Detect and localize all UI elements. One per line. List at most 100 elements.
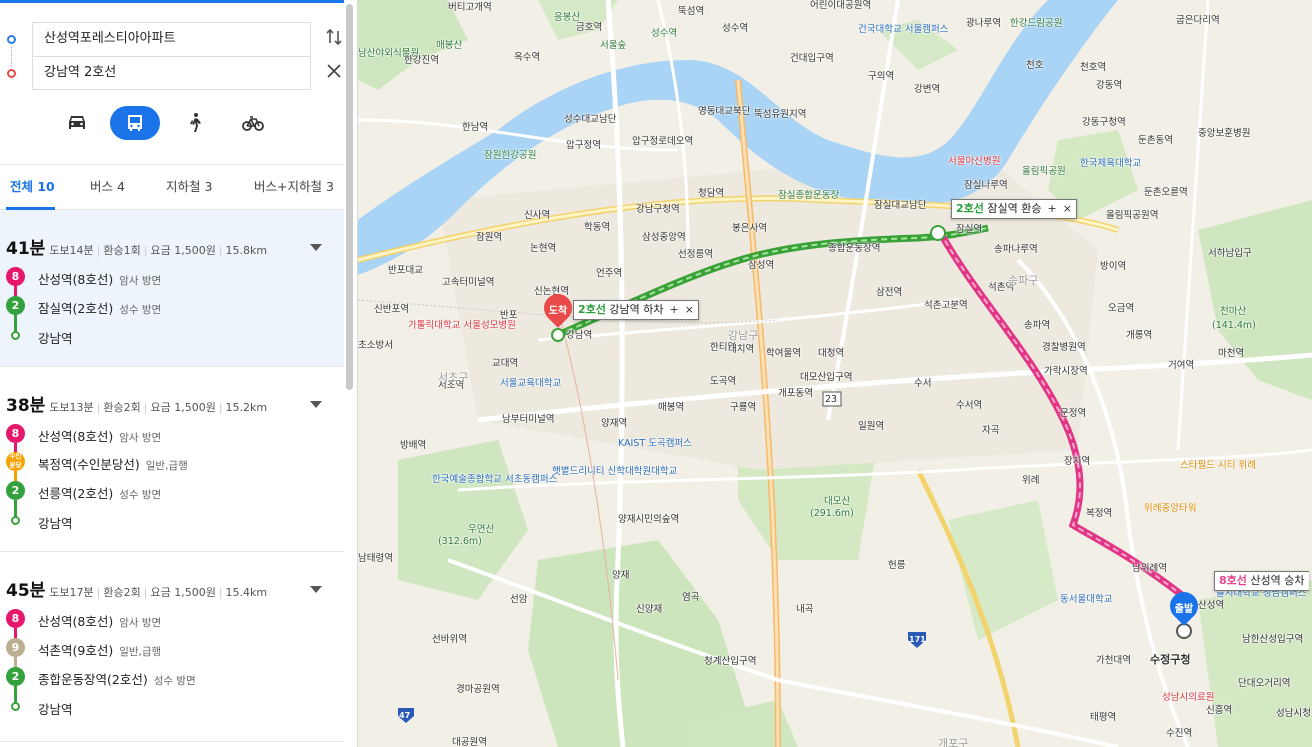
direction: 암사 방면: [119, 275, 162, 287]
expand-chevron-icon[interactable]: [310, 401, 322, 408]
tab-all[interactable]: 전체 10: [10, 165, 55, 209]
map-label: 봉은사역: [732, 223, 767, 234]
swap-button[interactable]: [323, 27, 344, 49]
map-label: 선암: [510, 594, 528, 605]
map-label: 매봉산: [436, 40, 463, 51]
map-label: 대청역: [818, 348, 845, 359]
route-connector: [11, 47, 12, 66]
mode-car-button[interactable]: [52, 106, 102, 140]
map-label: 어린이대공원역: [810, 0, 872, 11]
transfer-callout[interactable]: 2호선 잠실역 환승 + ×: [951, 199, 1077, 219]
map-label: 송파역: [1024, 320, 1051, 331]
map-label: 위례중앙타워: [1144, 503, 1197, 514]
line8-badge: 8: [6, 267, 25, 286]
map-label: 한국예술종합학교 서초동캠퍼스: [432, 474, 558, 485]
map-label: (291.6m): [810, 508, 854, 519]
map-label: 교대역: [492, 358, 519, 369]
arrive-callout[interactable]: 2호선 강남역 하차 + ×: [573, 300, 699, 320]
expand-chevron-icon[interactable]: [310, 586, 322, 593]
station-name: 선릉역(2호선): [38, 486, 114, 501]
mode-transit-button[interactable]: [110, 106, 160, 140]
map-label: 자곡: [982, 425, 1000, 436]
route-walk: 도보17분: [49, 586, 94, 599]
direction: 일반,급행: [119, 646, 162, 658]
close-icon[interactable]: ×: [685, 303, 694, 316]
station-name: 산성역(8호선): [38, 272, 114, 287]
map-label: 남부터미널역: [502, 414, 555, 425]
map-label: 잠실대교남단: [874, 200, 927, 211]
map-label: 학동역: [584, 222, 611, 233]
route-time: 45분: [6, 581, 46, 601]
end-dot-icon: [11, 331, 20, 340]
route-option-1[interactable]: 41분 도보14분 | 환승1회 | 요금 1,500원 | 15.8km 8 산성역(8호선)…: [0, 210, 344, 367]
expand-chevron-icon[interactable]: [310, 244, 322, 251]
map-label: 강변역: [914, 84, 941, 95]
map-canvas[interactable]: 23 171 47 버티고개역 응봉산 매봉산 금호역 옥수역 서울숲 성수역 …: [358, 0, 1312, 747]
accent-bar: [0, 0, 344, 3]
map-label: 굽은다리역: [1176, 15, 1220, 26]
map-label: (312.6m): [438, 536, 482, 547]
map-label: (141.4m): [1212, 320, 1256, 331]
line2-badge: 2: [6, 481, 25, 500]
direction: 암사 방면: [119, 432, 162, 444]
depart-marker-label: 출발: [1174, 604, 1194, 615]
route-transfer: 환승2회: [103, 586, 141, 599]
map-label: 초소방서: [358, 340, 393, 351]
mode-bike-button[interactable]: [228, 106, 278, 140]
map-label: 단대오거리역: [1238, 678, 1291, 689]
map-label: 신반포역: [374, 304, 409, 315]
callout-text: 산성역 승차: [1250, 574, 1305, 587]
destination-dot-icon: [7, 69, 16, 78]
arrive-marker-label: 도착: [548, 306, 568, 317]
map-label: KAIST 도곡캠퍼스: [618, 438, 692, 449]
map-label: 대치역: [728, 344, 755, 355]
directions-panel: 산성역포레스티아아파트 강남역 2호선 전체 10 버스 4 지하철 3 버스+…: [0, 0, 344, 747]
tab-subway[interactable]: 지하철 3: [166, 165, 212, 209]
map-label: 위례: [1022, 475, 1040, 486]
mode-walk-button[interactable]: [170, 106, 220, 140]
destination-input[interactable]: 강남역 2호선: [32, 56, 311, 90]
route-distance: 15.8km: [225, 244, 268, 257]
map-label: 천호: [1026, 60, 1044, 71]
map-label: 잠원역: [476, 232, 503, 243]
map-label: 잠원한강공원: [484, 150, 537, 161]
map-label: 마천역: [1218, 348, 1245, 359]
clear-button[interactable]: [323, 62, 344, 84]
map-label: 선정릉역: [678, 249, 713, 260]
district-label: 개포구: [938, 737, 969, 747]
map-label: 신양재: [636, 604, 663, 615]
depart-callout[interactable]: 8호선 산성역 승차: [1214, 571, 1309, 591]
line2-badge: 2: [6, 667, 25, 686]
tab-bus-subway[interactable]: 버스+지하철 3: [254, 165, 334, 209]
map-label: 거여역: [1168, 360, 1195, 371]
origin-input[interactable]: 산성역포레스티아아파트: [32, 22, 311, 56]
map-label: 논현역: [530, 243, 557, 254]
route-option-3[interactable]: 45분 도보17분 | 환승2회 | 요금 1,500원 | 15.4km 8 산성역(8호선)…: [0, 552, 344, 742]
road-shield-23: 23: [825, 394, 838, 405]
map-label: 수진역: [1166, 728, 1193, 739]
map-label: 매봉역: [658, 402, 685, 413]
route-walk: 도보13분: [49, 401, 94, 414]
map-label: 성수대교남단: [564, 114, 617, 125]
map-label: 뚝섬역: [678, 6, 705, 17]
route-option-2[interactable]: 38분 도보13분 | 환승2회 | 요금 1,500원 | 15.2km 8 산성역(8호선)…: [0, 367, 344, 552]
station-name: 석촌역(9호선): [38, 643, 114, 658]
close-icon[interactable]: ×: [1063, 202, 1072, 215]
station-name: 강남역: [38, 331, 73, 346]
map-label: 남한산성입구역: [1242, 634, 1304, 645]
map-label: 신사역: [524, 210, 551, 221]
route-distance: 15.4km: [225, 586, 268, 599]
map-label: 선바위역: [432, 634, 467, 645]
map-label: 송파나루역: [994, 244, 1038, 255]
close-icon: [327, 64, 341, 78]
station-name: 강남역: [38, 516, 73, 531]
station-name: 종합운동장역(2호선): [38, 672, 148, 687]
panel-scrollbar[interactable]: [346, 4, 353, 390]
route-time: 38분: [6, 396, 46, 416]
map-label: 대모산: [824, 496, 851, 507]
tab-bus[interactable]: 버스 4: [90, 165, 125, 209]
map-label: 잠실역: [956, 224, 983, 235]
plus-icon[interactable]: +: [670, 303, 679, 316]
plus-icon[interactable]: +: [1048, 202, 1057, 215]
map-label: 강남역: [566, 330, 593, 341]
